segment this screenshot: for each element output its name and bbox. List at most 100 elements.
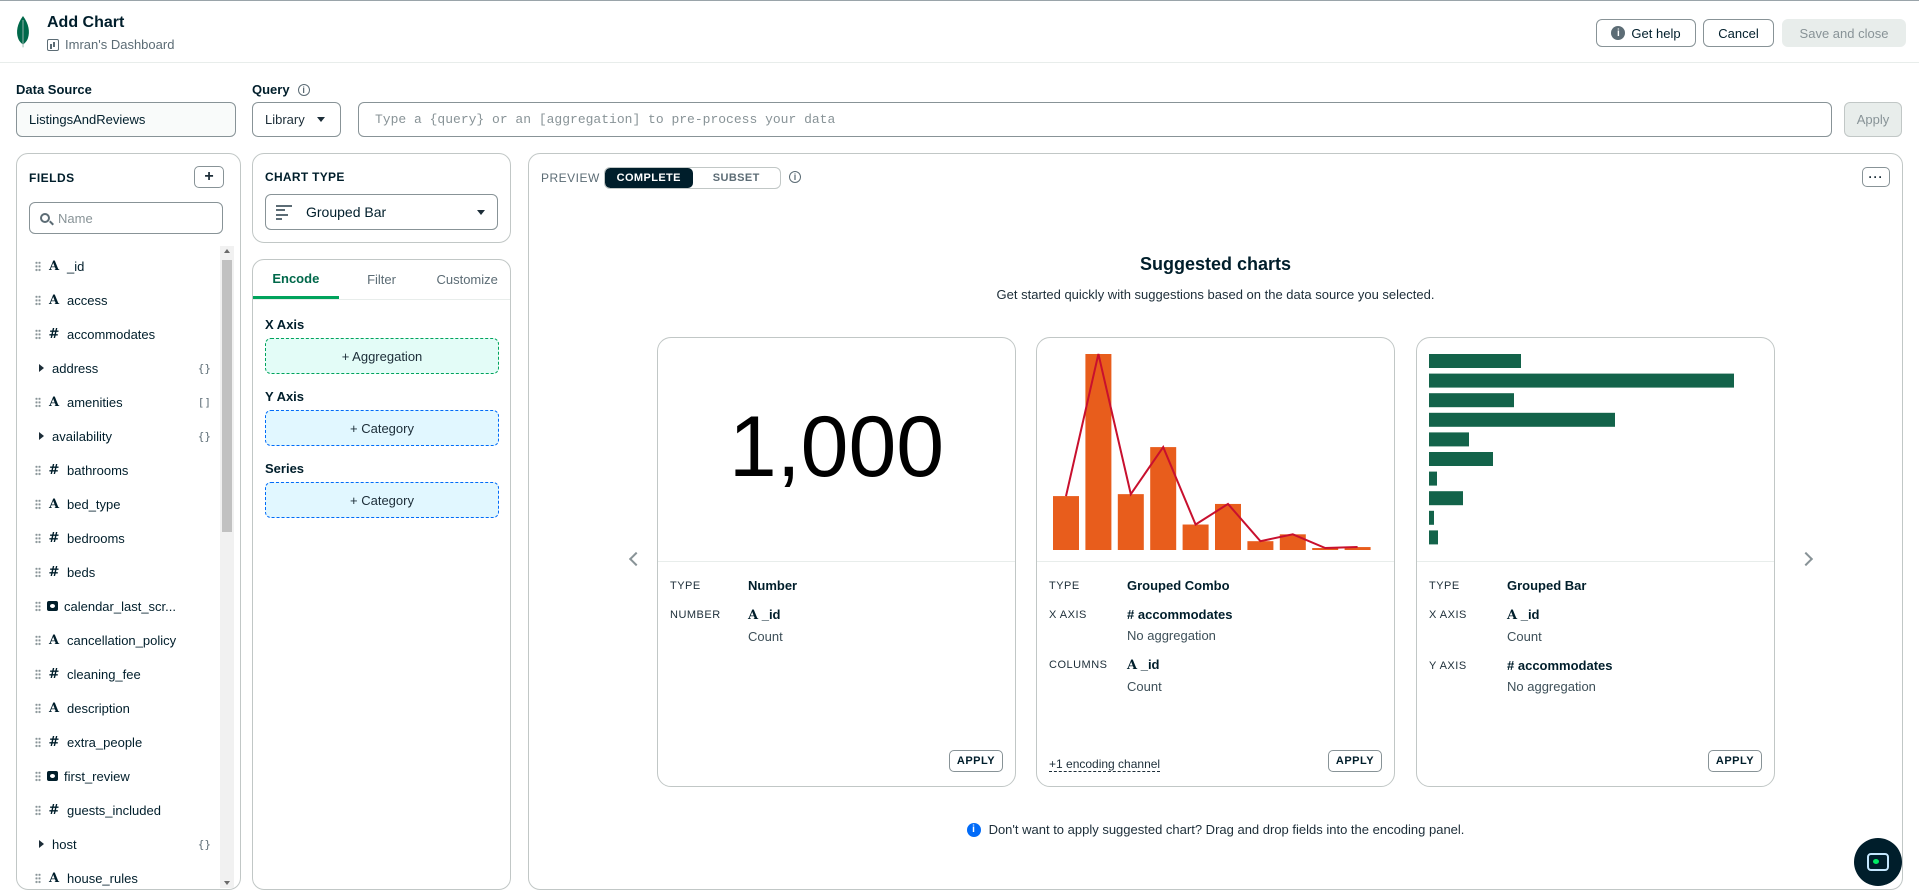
dashboard-breadcrumb[interactable]: Imran's Dashboard [47, 37, 174, 52]
get-help-button[interactable]: i Get help [1596, 19, 1696, 47]
aggregation: No aggregation [1127, 628, 1216, 643]
expand-arrow-icon[interactable] [39, 840, 44, 848]
field-type-badge: {} [197, 837, 211, 851]
hbar-bar [1429, 452, 1493, 466]
scroll-down-arrow-icon[interactable] [224, 881, 230, 885]
tab-encode[interactable]: Encode [253, 260, 339, 299]
drag-handle-icon[interactable] [35, 736, 41, 748]
drag-handle-icon[interactable] [35, 566, 41, 578]
drag-handle-icon[interactable] [35, 702, 41, 714]
preview-info-icon[interactable]: i [789, 171, 801, 183]
field-item[interactable]: # accommodates [17, 317, 217, 351]
field-item[interactable]: address {} [17, 351, 217, 385]
string-type-icon: A [48, 496, 60, 512]
extra-encoding-link[interactable]: +1 encoding channel [1049, 757, 1161, 772]
field-item[interactable]: Abed_type [17, 487, 217, 521]
field-item[interactable]: # extra_people [17, 725, 217, 759]
drag-handle-icon[interactable] [35, 668, 41, 680]
drag-handle-icon[interactable] [35, 328, 41, 340]
preview-panel: PREVIEW COMPLETE SUBSET i ··· Suggested … [528, 153, 1903, 890]
tab-filter[interactable]: Filter [339, 260, 425, 299]
encode-tabs: Encode Filter Customize [253, 260, 510, 300]
field-list-scrollbar[interactable] [220, 246, 234, 888]
next-suggestion-icon[interactable] [1798, 551, 1814, 567]
drag-handle-icon[interactable] [35, 260, 41, 272]
field-item[interactable]: A _id [17, 249, 217, 283]
suggestion-card-grouped-bar[interactable]: TYPE Grouped Bar X AXIS A _id Count Y AX… [1416, 337, 1775, 787]
drag-handle-icon[interactable] [35, 770, 41, 782]
field-item[interactable]: calendar_last_scr... [17, 589, 217, 623]
apply-suggestion-button[interactable]: APPLY [1328, 750, 1382, 772]
more-options-button[interactable]: ··· [1862, 167, 1890, 187]
number-type-icon: # [48, 564, 60, 580]
data-source-field[interactable]: ListingsAndReviews [16, 102, 236, 137]
drag-handle-icon[interactable] [35, 396, 41, 408]
chart-type-title: CHART TYPE [265, 170, 345, 184]
add-field-button[interactable]: + [194, 166, 224, 188]
field-item[interactable]: # guests_included [17, 793, 217, 827]
preview-toggle[interactable]: COMPLETE SUBSET [604, 167, 781, 189]
scroll-up-arrow-icon[interactable] [224, 249, 230, 253]
scroll-thumb[interactable] [222, 260, 232, 532]
hbar-bar [1429, 491, 1463, 506]
drag-handle-icon[interactable] [35, 872, 41, 884]
field-item[interactable]: # bedrooms [17, 521, 217, 555]
drag-handle-icon[interactable] [35, 464, 41, 476]
info-icon: i [966, 822, 981, 837]
encoding-field: accommodates [1517, 658, 1613, 673]
apply-suggestion-button[interactable]: APPLY [949, 750, 1003, 772]
drag-handle-icon[interactable] [35, 804, 41, 816]
apply-suggestion-button[interactable]: APPLY [1708, 750, 1762, 772]
search-icon [40, 213, 50, 223]
subset-toggle[interactable]: SUBSET [693, 168, 781, 188]
drag-handle-icon[interactable] [35, 634, 41, 646]
x-axis-drop-zone[interactable]: + Aggregation [265, 338, 499, 374]
field-item[interactable]: first_review [17, 759, 217, 793]
hbar-bar [1429, 510, 1434, 525]
grouped-bar-thumbnail [1417, 338, 1774, 562]
field-item[interactable]: # cleaning_fee [17, 657, 217, 691]
x-axis-label: X Axis [265, 317, 305, 332]
drag-handle-icon[interactable] [35, 600, 41, 612]
save-and-close-button[interactable]: Save and close [1782, 19, 1906, 47]
query-apply-button[interactable]: Apply [1844, 102, 1902, 137]
hbar-bar [1429, 393, 1514, 408]
field-name: address [52, 360, 99, 376]
field-item[interactable]: Aamenities [] [17, 385, 217, 419]
field-item[interactable]: # beds [17, 555, 217, 589]
field-item[interactable]: host {} [17, 827, 217, 861]
query-mode-select[interactable]: Library [252, 102, 341, 137]
cancel-button[interactable]: Cancel [1703, 19, 1774, 47]
field-name: beds [67, 564, 96, 580]
complete-toggle[interactable]: COMPLETE [605, 168, 693, 188]
drag-handle-icon[interactable] [35, 294, 41, 306]
drag-handle-icon[interactable] [35, 498, 41, 510]
chart-type-select[interactable]: Grouped Bar [265, 194, 498, 230]
field-item[interactable]: Ahouse_rules [17, 861, 217, 889]
field-item[interactable]: Adescription [17, 691, 217, 725]
query-input[interactable]: Type a {query} or an [aggregation] to pr… [358, 102, 1832, 137]
query-info-icon[interactable]: i [297, 83, 310, 96]
suggestion-card-number[interactable]: 1,000 TYPE Number NUMBER A _id Count APP… [657, 337, 1016, 787]
previous-suggestion-icon[interactable] [628, 551, 644, 567]
field-item[interactable]: Acancellation_policy [17, 623, 217, 657]
encoding-field: _id [1140, 657, 1160, 672]
expand-arrow-icon[interactable] [39, 364, 44, 372]
y-axis-label: Y Axis [265, 389, 305, 404]
field-search-input[interactable]: Name [29, 202, 223, 234]
series-drop-zone[interactable]: + Category [265, 482, 499, 518]
field-item[interactable]: Aaccess [17, 283, 217, 317]
string-type-icon: A [48, 394, 60, 410]
field-item[interactable]: # bathrooms [17, 453, 217, 487]
drag-handle-icon[interactable] [35, 532, 41, 544]
expand-arrow-icon[interactable] [39, 432, 44, 440]
tab-customize[interactable]: Customize [424, 260, 510, 299]
field-item[interactable]: availability {} [17, 419, 217, 453]
suggestion-card-grouped-combo[interactable]: TYPE Grouped Combo X AXIS # accommodates… [1036, 337, 1395, 787]
chat-assistant-button[interactable] [1854, 838, 1902, 886]
header: Add Chart Imran's Dashboard i Get help C… [0, 1, 1919, 63]
suggested-charts-title: Suggested charts [1139, 254, 1292, 274]
x-axis-key: X AXIS [1429, 609, 1467, 621]
aggregation: No aggregation [1507, 679, 1596, 694]
y-axis-drop-zone[interactable]: + Category [265, 410, 499, 446]
